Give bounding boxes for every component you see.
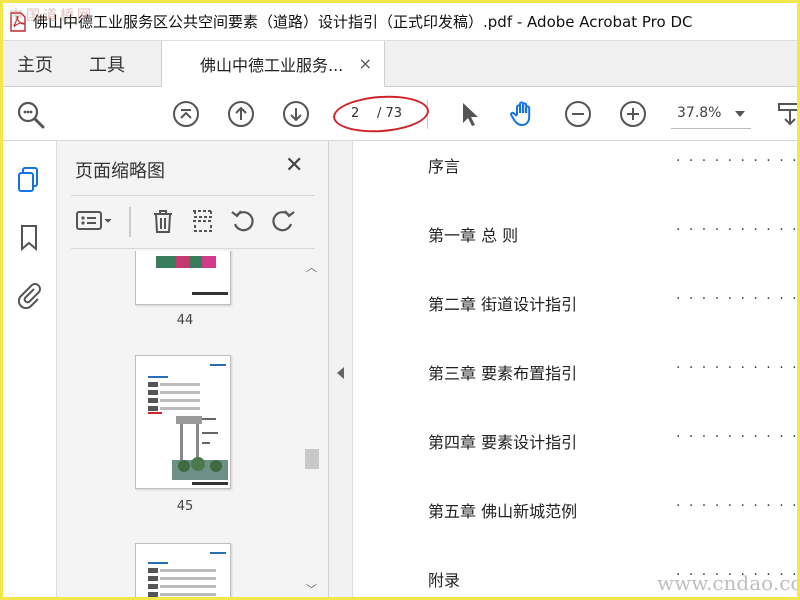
panel-splitter[interactable] [329, 141, 353, 597]
rotate-ccw-icon[interactable] [229, 207, 257, 235]
tab-document-label: 佛山中德工业服务... [200, 56, 344, 75]
thumbnail-scrollbar[interactable]: ︿ ﹀ [303, 259, 321, 597]
tab-bar: 主页 工具 佛山中德工业服务... × [3, 41, 797, 87]
thumbnails-panel: 页面缩略图 ✕ 44 45 ︿ ﹀ [57, 141, 329, 597]
prev-page-icon[interactable] [226, 99, 256, 129]
page-number-label: 44 [176, 313, 194, 328]
tab-tools[interactable]: 工具 [89, 51, 125, 77]
toc-leader-dots: · · · · · · · · · · · · · [676, 360, 799, 376]
tab-close-button[interactable]: × [359, 54, 372, 73]
first-page-icon[interactable] [171, 99, 201, 129]
left-rail [3, 141, 57, 597]
toc-leader-dots: · · · · · · · · · · · · · [676, 153, 799, 169]
panel-close-button[interactable]: ✕ [285, 153, 303, 178]
attachment-icon[interactable] [14, 279, 44, 310]
window-title: 佛山中德工业服务区公共空间要素（道路）设计指引（正式印发稿）.pdf - Ado… [33, 13, 693, 31]
toc-title: 第一章 总 则 [428, 226, 519, 245]
bookmark-icon[interactable] [14, 223, 44, 253]
watermark-bottom-right: www.cndao.com [657, 571, 797, 595]
document-view: 序言 · · · · · · · · · · · · · 第一章 总 则 · ·… [354, 141, 799, 597]
chevron-down-icon[interactable]: ﹀ [306, 581, 317, 597]
toc-title: 第四章 要素设计指引 [428, 433, 578, 452]
toc-entry[interactable]: 第三章 要素布置指引 · · · · · · · · · · · · · [428, 360, 799, 384]
find-icon[interactable] [15, 99, 45, 129]
page-thumbnail[interactable] [135, 543, 231, 597]
collapse-arrow-icon[interactable] [337, 367, 344, 379]
watermark-top-left: 中国道桥网 [9, 8, 94, 24]
toc-title: 附录 [428, 571, 461, 590]
toolbar-separator [129, 207, 131, 237]
toc-title: 第二章 街道设计指引 [428, 295, 578, 314]
zoom-select[interactable]: 37.8% [671, 99, 751, 129]
extract-pages-icon[interactable] [189, 207, 217, 235]
toc-title: 序言 [428, 157, 461, 176]
toc-entry[interactable]: 第五章 佛山新城范例 · · · · · · · · · · · · · [428, 498, 799, 522]
toc-entry[interactable]: 第四章 要素设计指引 · · · · · · · · · · · · · [428, 429, 799, 453]
next-page-icon[interactable] [281, 99, 311, 129]
chevron-down-icon [735, 111, 745, 117]
app-window: 佛山中德工业服务区公共空间要素（道路）设计指引（正式印发稿）.pdf - Ado… [0, 0, 800, 600]
title-bar: 佛山中德工业服务区公共空间要素（道路）设计指引（正式印发稿）.pdf - Ado… [3, 3, 797, 41]
page-thumbnail[interactable] [135, 355, 231, 489]
zoom-in-icon[interactable] [618, 99, 648, 129]
download-icon[interactable] [775, 99, 797, 129]
toc-leader-dots: · · · · · · · · · · · · · [676, 291, 799, 307]
thumbnail-list: 44 45 [57, 251, 313, 597]
panel-toolbar [71, 201, 315, 247]
toc-title: 第五章 佛山新城范例 [428, 502, 578, 521]
panel-divider [71, 248, 315, 249]
panel-divider [71, 195, 315, 196]
zoom-value: 37.8% [677, 105, 722, 121]
zoom-out-icon[interactable] [563, 99, 593, 129]
toc-leader-dots: · · · · · · · · · · · · · [676, 429, 799, 445]
options-menu-icon[interactable] [75, 207, 115, 235]
select-pointer-icon[interactable] [455, 99, 485, 129]
page-thumbnails-icon[interactable] [14, 165, 44, 195]
toc-leader-dots: · · · · · · · · · · · · · [676, 498, 799, 514]
page-number-label: 45 [176, 499, 194, 514]
hand-tool-icon[interactable] [508, 99, 538, 129]
chevron-up-icon[interactable]: ︿ [306, 259, 317, 275]
page-thumbnail[interactable] [135, 251, 231, 305]
toc-entry[interactable]: 第二章 街道设计指引 · · · · · · · · · · · · · [428, 291, 799, 315]
tab-home[interactable]: 主页 [17, 51, 53, 77]
toc-leader-dots: · · · · · · · · · · · · · [676, 222, 799, 238]
scrollbar-thumb[interactable] [305, 449, 319, 469]
delete-icon[interactable] [149, 207, 177, 235]
tab-document[interactable]: 佛山中德工业服务... × [161, 41, 385, 87]
panel-title: 页面缩略图 [75, 161, 165, 182]
toc-entry[interactable]: 第一章 总 则 · · · · · · · · · · · · · [428, 222, 799, 246]
toc-title: 第三章 要素布置指引 [428, 364, 578, 383]
rotate-cw-icon[interactable] [269, 207, 297, 235]
toc-entry[interactable]: 序言 · · · · · · · · · · · · · [428, 153, 799, 177]
